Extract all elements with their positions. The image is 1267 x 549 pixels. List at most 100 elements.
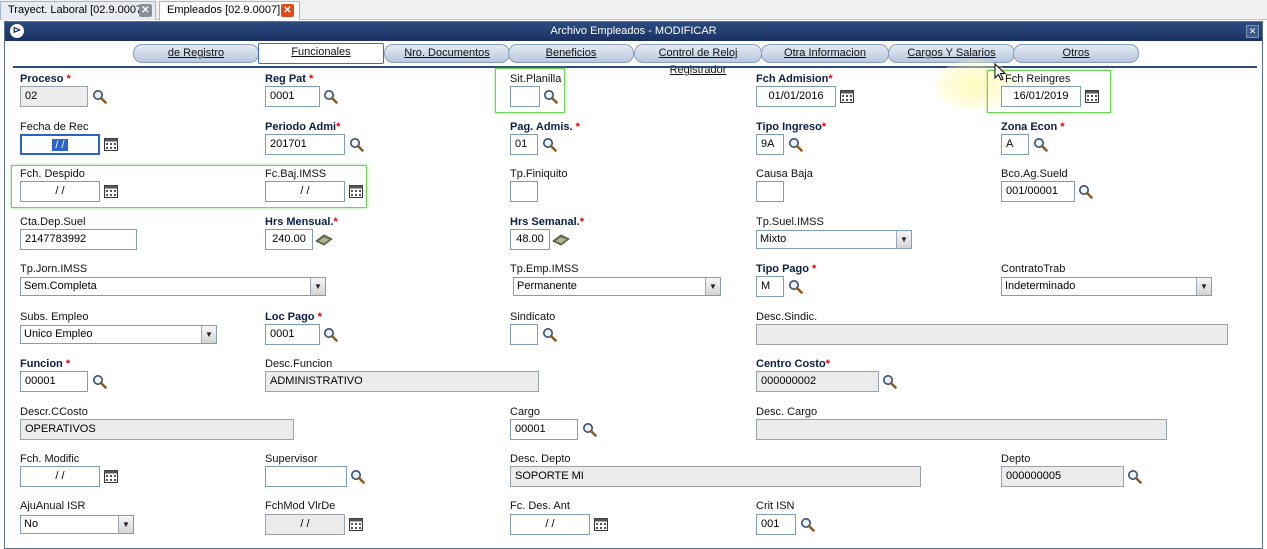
reg-pat-field[interactable]: 0001 [265, 86, 320, 107]
search-icon[interactable] [92, 89, 107, 104]
tab-funcionales[interactable]: Funcionales [258, 43, 384, 64]
contrato-trab-select[interactable]: Indeterminado ▼ [1001, 277, 1212, 296]
selected-value: Indeterminado [1005, 280, 1076, 292]
dropdown-arrow-icon[interactable]: ▼ [705, 278, 720, 295]
calendar-icon[interactable] [104, 470, 118, 483]
tp-jorn-imss-select[interactable]: Sem.Completa ▼ [20, 277, 326, 296]
bco-ag-sueld-field[interactable]: 001/00001 [1001, 181, 1075, 202]
calculator-icon[interactable] [552, 233, 570, 246]
label-hrs-mensual: Hrs Mensual.* [265, 216, 338, 228]
tab-de-registro[interactable]: de Registro [133, 44, 259, 63]
zona-econ-field[interactable]: A [1001, 134, 1029, 155]
calculator-icon[interactable] [315, 233, 333, 246]
tab-control-reloj[interactable]: Control de Reloj Registrador [634, 44, 762, 76]
label-tp-emp-imss: Tp.Emp.IMSS [510, 263, 579, 275]
dropdown-arrow-icon[interactable]: ▼ [896, 231, 911, 248]
sindicato-field[interactable] [510, 324, 538, 345]
periodo-admi-field[interactable]: 201701 [265, 134, 345, 155]
depto-field[interactable]: 000000005 [1001, 466, 1124, 487]
funcion-field[interactable]: 00001 [20, 371, 88, 392]
label-zona-econ: Zona Econ * [1001, 121, 1065, 133]
label-tp-finiquito: Tp.Finiquito [510, 168, 568, 180]
tab-beneficios[interactable]: Beneficios [508, 44, 634, 63]
search-icon[interactable] [1127, 469, 1142, 484]
close-icon[interactable]: ✕ [139, 4, 152, 17]
hrs-mensual-field[interactable]: 240.00 [265, 229, 313, 250]
search-icon[interactable] [882, 374, 897, 389]
tp-finiquito-field[interactable] [510, 181, 538, 202]
search-icon[interactable] [349, 137, 364, 152]
label-tp-jorn-imss: Tp.Jorn.IMSS [20, 263, 88, 275]
tab-cargos-salarios[interactable]: Cargos Y Salarios [888, 44, 1015, 63]
aju-anual-isr-select[interactable]: No ▼ [20, 515, 134, 534]
label-tipo-ingreso: Tipo Ingreso* [756, 121, 827, 133]
label-contrato-trab: ContratoTrab [1001, 263, 1066, 275]
dropdown-arrow-icon[interactable]: ▼ [1196, 278, 1211, 295]
close-icon[interactable]: ✕ [1246, 25, 1259, 38]
app-icon[interactable]: ⊳ [10, 24, 24, 38]
fch-reingres-field[interactable]: 16/01/2019 [1001, 86, 1081, 107]
search-icon[interactable] [800, 517, 815, 532]
causa-baja-field[interactable] [756, 181, 784, 202]
pag-admis-field[interactable]: 01 [510, 134, 538, 155]
supervisor-field[interactable] [265, 466, 347, 487]
hrs-semanal-field[interactable]: 48.00 [510, 229, 550, 250]
section-tabs: de Registro Funcionales Nro. Documentos … [5, 41, 1262, 76]
label-supervisor: Supervisor [265, 453, 318, 465]
search-icon[interactable] [542, 327, 557, 342]
close-icon[interactable]: ✕ [281, 4, 294, 17]
calendar-icon[interactable] [594, 518, 608, 531]
calendar-icon[interactable] [1085, 90, 1099, 103]
search-icon[interactable] [543, 89, 558, 104]
search-icon[interactable] [350, 469, 365, 484]
search-icon[interactable] [1033, 137, 1048, 152]
cta-dep-suel-field[interactable]: 2147783992 [20, 229, 137, 250]
calendar-icon[interactable] [349, 518, 363, 531]
mouse-cursor-icon [994, 63, 1006, 81]
search-icon[interactable] [788, 279, 803, 294]
search-icon[interactable] [323, 89, 338, 104]
tipo-ingreso-field[interactable]: 9A [756, 134, 784, 155]
search-icon[interactable] [323, 327, 338, 342]
fch-modific-field[interactable]: / / [20, 466, 100, 487]
tab-otra-informacion[interactable]: Otra Informacion [761, 44, 889, 63]
label-causa-baja: Causa Baja [756, 168, 813, 180]
calendar-icon[interactable] [104, 185, 118, 198]
loc-pago-field[interactable]: 0001 [265, 324, 320, 345]
cargo-field[interactable]: 00001 [510, 419, 578, 440]
tab-trayect-laboral[interactable]: Trayect. Laboral [02.9.0007] ✕ [0, 1, 156, 20]
tab-otros[interactable]: Otros [1013, 44, 1139, 63]
search-icon[interactable] [788, 137, 803, 152]
fc-des-ant-field[interactable]: / / [510, 514, 590, 535]
sit-planilla-field[interactable] [510, 86, 540, 107]
label-fch-reingres: Fch Reingres [1005, 73, 1071, 85]
tab-empleados[interactable]: Empleados [02.9.0007] ✕ [159, 1, 300, 20]
calendar-icon[interactable] [104, 138, 118, 151]
search-icon[interactable] [542, 137, 557, 152]
search-icon[interactable] [92, 374, 107, 389]
fc-baj-imss-field[interactable]: / / [265, 181, 345, 202]
calendar-icon[interactable] [349, 185, 363, 198]
label-loc-pago: Loc Pago * [265, 311, 322, 323]
tab-nro-documentos[interactable]: Nro. Documentos [384, 44, 510, 63]
tipo-pago-field[interactable]: M [756, 276, 784, 297]
tp-emp-imss-select[interactable]: Permanente ▼ [513, 277, 721, 296]
centro-costo-field[interactable]: 000000002 [756, 371, 879, 392]
fch-admision-field[interactable]: 01/01/2016 [756, 86, 836, 107]
selected-value: Mixto [760, 233, 787, 245]
label-desc-depto: Desc. Depto [510, 453, 571, 465]
proceso-field[interactable]: 02 [20, 86, 88, 107]
subs-empleo-select[interactable]: Unico Empleo ▼ [20, 325, 217, 344]
dropdown-arrow-icon[interactable]: ▼ [310, 278, 325, 295]
fch-despido-field[interactable]: / / [20, 181, 100, 202]
fecha-rec-field[interactable]: / / [20, 134, 100, 155]
desc-sindic-field [756, 324, 1228, 345]
search-icon[interactable] [1078, 184, 1093, 199]
crit-isn-field[interactable]: 001 [756, 514, 796, 535]
dropdown-arrow-icon[interactable]: ▼ [118, 516, 133, 533]
search-icon[interactable] [582, 422, 597, 437]
desc-depto-field: SOPORTE MI [510, 466, 921, 487]
calendar-icon[interactable] [840, 90, 854, 103]
tp-suel-imss-select[interactable]: Mixto ▼ [756, 230, 912, 249]
dropdown-arrow-icon[interactable]: ▼ [201, 326, 216, 343]
